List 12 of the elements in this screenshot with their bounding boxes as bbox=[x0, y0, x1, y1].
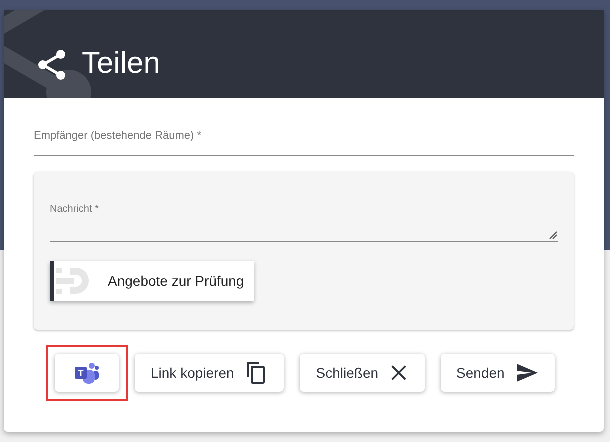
action-button[interactable]: Senden bbox=[440, 354, 555, 392]
teams-button[interactable]: T bbox=[55, 354, 119, 392]
message-field[interactable]: Nachricht * bbox=[50, 202, 558, 242]
send-icon bbox=[514, 361, 539, 385]
dialog-title: Teilen bbox=[82, 46, 160, 82]
field-label: Nachricht * bbox=[50, 203, 99, 217]
resize-handle-icon[interactable] bbox=[549, 231, 557, 239]
recipient-field[interactable]: Empfänger (bestehende Räume) * bbox=[34, 128, 574, 156]
action-button[interactable]: Link kopieren bbox=[135, 354, 284, 392]
attachment-button[interactable]: Angebote zur Prüfung bbox=[50, 261, 254, 301]
field-label: Empfänger (bestehende Räume) * bbox=[34, 129, 202, 144]
action-button[interactable]: Schließen bbox=[300, 354, 425, 392]
